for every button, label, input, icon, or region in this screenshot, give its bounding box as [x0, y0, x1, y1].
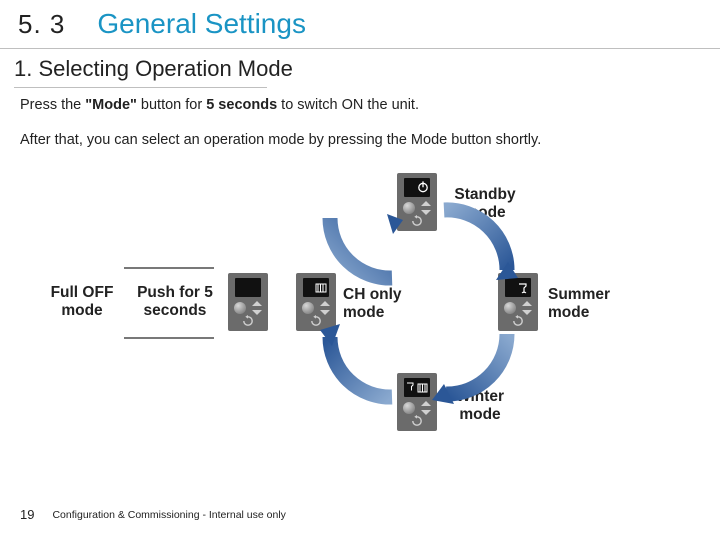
panel-screen-icon — [235, 278, 261, 297]
page-number: 19 — [20, 507, 34, 522]
body-line-2: After that, you can select an operation … — [20, 132, 541, 148]
panel-screen-icon — [404, 178, 430, 197]
subheading: 1. Selecting Operation Mode — [14, 56, 293, 82]
text: button for — [137, 97, 206, 113]
cycle-arrow-icon — [320, 322, 405, 412]
cycle-arrow-icon — [432, 200, 517, 290]
reset-icon — [242, 315, 254, 327]
reset-icon — [411, 415, 423, 427]
arrow-buttons-icon — [521, 301, 533, 315]
section-number: 5. 3 — [18, 9, 65, 40]
panel-screen-icon — [404, 378, 430, 397]
text: Press the — [20, 97, 85, 113]
title-row: 5. 3 General Settings — [18, 8, 306, 40]
body-line-1: Press the "Mode" button for 5 seconds to… — [20, 97, 419, 113]
line-icon — [124, 336, 214, 340]
mode-diagram: Full OFF mode Push for 5 seconds — [0, 170, 720, 480]
divider — [0, 48, 720, 49]
section-title: General Settings — [97, 8, 306, 40]
subheading-underline — [14, 87, 267, 88]
cycle-arrow-icon — [320, 200, 405, 290]
arrow-buttons-icon — [420, 401, 432, 415]
mode-knob-icon — [234, 302, 246, 314]
mode-knob-icon — [302, 302, 314, 314]
label-full-off: Full OFF mode — [42, 284, 122, 321]
text: to switch ON the unit. — [277, 97, 419, 113]
controller-panel-off — [228, 273, 268, 331]
footer-text: Configuration & Commissioning - Internal… — [52, 509, 285, 521]
reset-icon — [411, 215, 423, 227]
footer: 19 Configuration & Commissioning - Inter… — [20, 507, 286, 522]
arrow-buttons-icon — [420, 201, 432, 215]
cycle-arrow-icon — [432, 322, 517, 412]
label-ch-only: CH only mode — [343, 286, 423, 323]
text-bold: 5 seconds — [206, 97, 277, 113]
arrow-buttons-icon — [319, 301, 331, 315]
arrow-buttons-icon — [251, 301, 263, 315]
text-bold: "Mode" — [85, 97, 137, 113]
label-push-5s: Push for 5 seconds — [130, 284, 220, 321]
mode-knob-icon — [504, 302, 516, 314]
label-summer: Summer mode — [548, 286, 628, 323]
page: 5. 3 General Settings 1. Selecting Opera… — [0, 0, 720, 540]
line-icon — [124, 266, 214, 270]
